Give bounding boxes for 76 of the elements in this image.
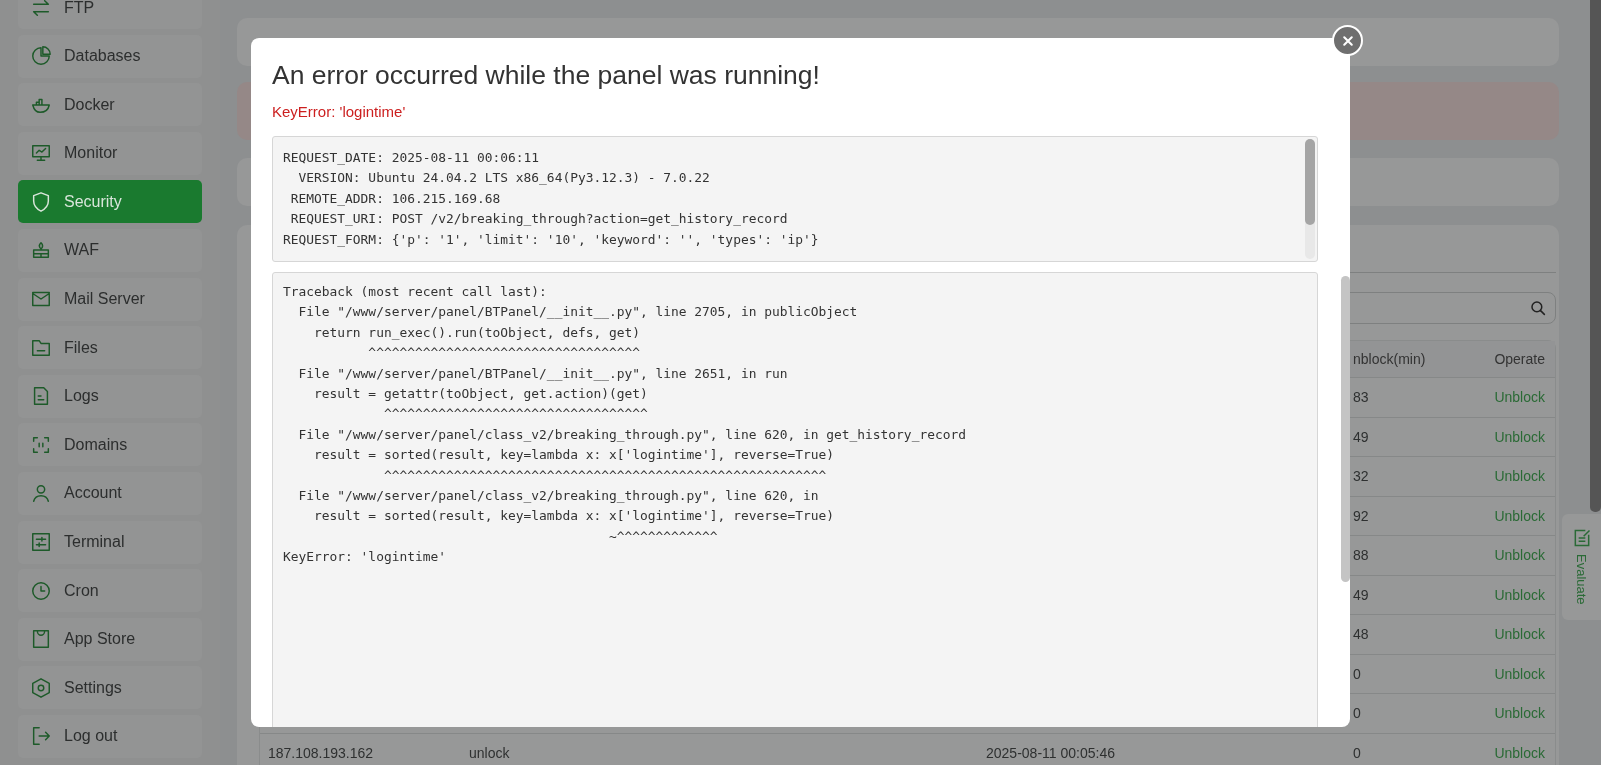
dialog-title: An error occurred while the panel was running! xyxy=(272,59,821,92)
table-cell: 0 xyxy=(1353,705,1361,722)
unblock-link[interactable]: Unblock xyxy=(1494,744,1545,761)
scrollbar[interactable] xyxy=(1590,0,1601,512)
scrollbar-thumb[interactable] xyxy=(1305,139,1315,225)
sidebar-item[interactable]: Mail Server xyxy=(18,277,202,321)
sidebar-item[interactable]: Cron xyxy=(18,569,202,613)
code-line: ~^^^^^^^^^^^^^ xyxy=(607,527,719,546)
code-line: Traceback (most recent call last): xyxy=(283,283,548,301)
code-line: File "/www/server/panel/BTPanel/__init__.py", line 2651, in run xyxy=(297,364,789,383)
code-line: File "/www/server/panel/class_v2/breaking_through.py", line 620, in get_history_record xyxy=(297,425,967,444)
unblock-link[interactable]: Unblock xyxy=(1494,547,1545,564)
menu-item-icon xyxy=(30,725,52,748)
sidebar-item[interactable]: App Store xyxy=(18,617,202,661)
unblock-link[interactable]: Unblock xyxy=(1494,468,1545,485)
evaluate-tab[interactable]: Evaluate xyxy=(1562,514,1601,620)
sidebar-item[interactable]: Account xyxy=(18,471,202,515)
menu-item-icon xyxy=(30,676,52,699)
sidebar-item[interactable]: Settings xyxy=(18,666,202,710)
menu-item-icon xyxy=(30,579,52,602)
code-line: REQUEST_URI: POST /v2/breaking_through?action=get_history_record xyxy=(289,210,789,229)
sidebar-item[interactable]: Docker xyxy=(18,83,202,127)
table-cell: 88 xyxy=(1353,547,1369,564)
sidebar-item[interactable]: Logs xyxy=(18,374,202,418)
code-line: File "/www/server/panel/class_v2/breaking_through.py", line 620, in xyxy=(297,487,820,506)
sidebar-item[interactable]: Security xyxy=(18,180,202,224)
unblock-link[interactable]: Unblock xyxy=(1494,626,1545,643)
menu-item-icon xyxy=(30,531,52,554)
search-icon xyxy=(1529,299,1547,317)
code-line: REQUEST_FORM: {'p': '1', 'limit': '10', 'keyword': '', 'types': 'ip'} xyxy=(283,230,820,249)
unblock-link[interactable]: Unblock xyxy=(1494,507,1545,524)
unblock-link[interactable]: Unblock xyxy=(1494,665,1545,682)
unblock-link[interactable]: Unblock xyxy=(1494,389,1545,406)
code-line: REMOTE_ADDR: 106.215.169.68 xyxy=(289,189,502,208)
table-cell: 83 xyxy=(1353,389,1369,406)
table-cell: 48 xyxy=(1353,626,1369,643)
table-cell: 0 xyxy=(1353,744,1361,761)
code-line: File "/www/server/panel/BTPanel/__init__.py", line 2705, in publicObject xyxy=(297,303,859,322)
code-line: result = getattr(toObject, get.action)(get) xyxy=(313,385,649,404)
code-line: result = sorted(result, key=lambda x: x['logintime'], reverse=True) xyxy=(313,446,836,465)
table-cell: 2025-08-11 00:05:46 xyxy=(986,744,1115,761)
column-header: nblock(min) xyxy=(1352,351,1427,367)
unblock-link[interactable]: Unblock xyxy=(1494,586,1545,603)
sidebar-item[interactable]: FTP xyxy=(18,0,202,29)
table-cell: 49 xyxy=(1353,586,1369,603)
sidebar-item[interactable]: Monitor xyxy=(18,131,202,175)
column-header: Operate xyxy=(1493,351,1546,367)
sidebar-item[interactable]: Domains xyxy=(18,423,202,467)
code-line: VERSION: Ubuntu 24.04.2 LTS x86_64(Py3.12.3) - 7.0.22 xyxy=(297,169,711,188)
code-line: ^^^^^^^^^^^^^^^^^^^^^^^^^^^^^^^^^^^^^^^^^^^^^^^^^^^^^^^^^ xyxy=(382,466,828,485)
menu-item-icon xyxy=(30,190,52,213)
menu-item-icon xyxy=(30,482,52,505)
code-line: KeyError: 'logintime' xyxy=(283,548,447,567)
code-line: result = sorted(result, key=lambda x: x['logintime'], reverse=True) xyxy=(313,507,836,526)
code-line: REQUEST_DATE: 2025-08-11 00:06:11 xyxy=(283,149,541,167)
table-cell: 92 xyxy=(1353,507,1369,524)
code-line: return run_exec().run(toObject, defs, get) xyxy=(313,323,641,342)
table-cell: 187.108.193.162 xyxy=(268,744,374,761)
menu-item-icon xyxy=(30,0,52,19)
error-message: KeyError: 'logintime' xyxy=(272,103,407,121)
table-cell: 32 xyxy=(1353,468,1369,485)
table-cell: 49 xyxy=(1353,428,1369,445)
table-cell: 0 xyxy=(1353,665,1361,682)
unblock-link[interactable]: Unblock xyxy=(1494,705,1545,722)
sidebar-item[interactable]: WAF xyxy=(18,228,202,272)
scrollbar-thumb[interactable] xyxy=(1341,276,1350,582)
code-line: ^^^^^^^^^^^^^^^^^^^^^^^^^^^^^^^^^^^ xyxy=(367,344,641,363)
sidebar-item[interactable]: Databases xyxy=(18,34,202,78)
table-cell: unlock xyxy=(469,744,510,761)
menu-item-icon xyxy=(30,628,52,651)
sidebar-item[interactable]: Log out xyxy=(18,714,202,758)
sidebar-item[interactable]: Files xyxy=(18,326,202,370)
code-line: ^^^^^^^^^^^^^^^^^^^^^^^^^^^^^^^^^^ xyxy=(382,405,649,424)
unblock-link[interactable]: Unblock xyxy=(1494,428,1545,445)
sidebar-item[interactable]: Terminal xyxy=(18,520,202,564)
menu-item-icon xyxy=(30,45,52,68)
